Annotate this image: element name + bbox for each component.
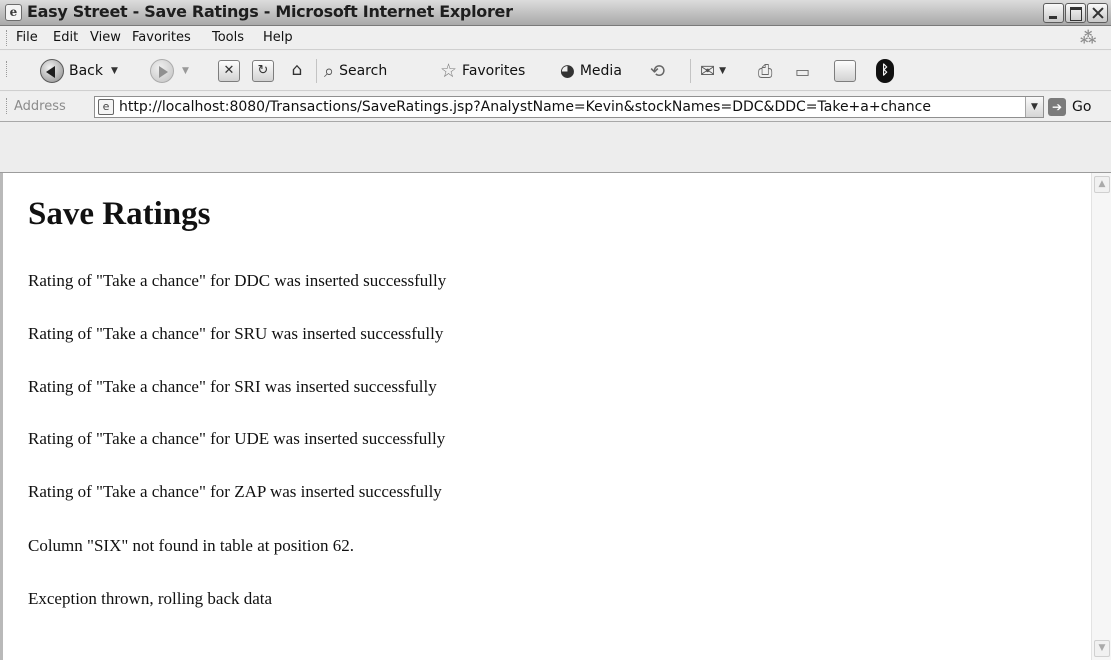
address-url[interactable]: http://localhost:8080/Transactions/SaveR… (119, 99, 931, 115)
media-icon: ◕ (560, 61, 575, 81)
page-viewport[interactable] (0, 172, 1111, 660)
status-message: Rating of "Take a chance" for ZAP was in… (28, 482, 442, 501)
go-button[interactable]: ➔ Go (1048, 97, 1091, 117)
home-icon: ⌂ (291, 60, 303, 80)
menu-bar: File Edit View Favorites Tools Help ⁂ (0, 26, 1111, 50)
media-button[interactable]: ◕ Media (560, 57, 622, 85)
window-title: Easy Street - Save Ratings - Microsoft I… (27, 2, 513, 21)
favorites-button[interactable]: ☆ Favorites (440, 57, 525, 85)
page-title: Save Ratings (28, 196, 211, 232)
address-dropdown-icon[interactable]: ▼ (1025, 97, 1043, 117)
error-message: Column "SIX" not found in table at posit… (28, 536, 355, 555)
ie-icon: e (5, 4, 22, 21)
browser-window: e Easy Street - Save Ratings - Microsoft… (0, 0, 1111, 660)
menu-help[interactable]: Help (263, 30, 293, 45)
maximize-button[interactable] (1065, 3, 1086, 23)
back-dropdown-icon[interactable]: ▼ (111, 66, 118, 76)
refresh-icon: ↻ (252, 60, 274, 82)
forward-arrow-icon (150, 59, 174, 83)
close-button[interactable] (1087, 3, 1108, 23)
status-message: Rating of "Take a chance" for UDE was in… (28, 429, 446, 448)
refresh-button[interactable]: ↻ (252, 57, 274, 85)
status-message: Rating of "Take a chance" for DDC was in… (28, 271, 447, 290)
go-label: Go (1072, 99, 1092, 115)
search-label: Search (339, 63, 388, 79)
address-label: Address (14, 99, 66, 114)
address-grip (6, 98, 8, 114)
menu-file[interactable]: File (16, 30, 38, 45)
search-icon: ⌕ (324, 60, 335, 82)
address-input[interactable]: e http://localhost:8080/Transactions/Sav… (94, 96, 1044, 118)
home-button[interactable]: ⌂ (286, 57, 308, 85)
status-message: Rating of "Take a chance" for SRI was in… (28, 377, 437, 396)
viewport-left-border (0, 173, 3, 660)
search-button[interactable]: ⌕ Search (324, 57, 387, 85)
menu-tools[interactable]: Tools (212, 30, 244, 45)
favorites-label: Favorites (462, 63, 526, 79)
history-button[interactable]: ⟲ (650, 57, 665, 85)
bluetooth-button[interactable]: ᛒ (876, 57, 894, 85)
mail-dropdown-icon[interactable]: ▼ (719, 66, 726, 76)
mail-button[interactable]: ✉ ▼ (700, 57, 726, 85)
back-label: Back (69, 63, 103, 79)
history-icon: ⟲ (650, 60, 666, 82)
error-message: Exception thrown, rolling back data (28, 589, 273, 608)
page-icon: e (98, 99, 114, 115)
bluetooth-icon: ᛒ (876, 59, 894, 83)
title-bar: e Easy Street - Save Ratings - Microsoft… (0, 0, 1111, 26)
edit-icon: ▭ (795, 61, 811, 81)
media-label: Media (579, 63, 622, 79)
toolbar-grip (6, 61, 8, 77)
go-arrow-icon: ➔ (1048, 98, 1066, 116)
discuss-icon (834, 60, 856, 82)
toolbar-separator (316, 59, 317, 83)
address-bar: Address e http://localhost:8080/Transact… (0, 92, 1111, 122)
printer-icon: ⎙ (758, 60, 773, 82)
menu-grip (6, 30, 8, 46)
menu-edit[interactable]: Edit (53, 30, 78, 45)
menu-view[interactable]: View (90, 30, 121, 45)
back-arrow-icon (40, 59, 64, 83)
scroll-up-icon[interactable]: ▲ (1094, 176, 1110, 193)
vertical-scrollbar[interactable]: ▲ ▼ (1091, 173, 1111, 660)
stop-icon: ✕ (218, 60, 240, 82)
toolbar-separator (690, 59, 691, 83)
scroll-down-icon[interactable]: ▼ (1094, 640, 1110, 657)
mail-icon: ✉ (700, 60, 716, 82)
back-button[interactable]: Back ▼ (40, 57, 118, 85)
print-button[interactable]: ⎙ (758, 57, 772, 85)
forward-dropdown-icon[interactable]: ▼ (182, 66, 189, 76)
toolbar: Back ▼ ▼ ✕ ↻ ⌂ ⌕ Search ☆ Favorites ◕ Me… (0, 51, 1111, 91)
menu-favorites[interactable]: Favorites (132, 30, 191, 45)
stop-button[interactable]: ✕ (218, 57, 240, 85)
edit-button[interactable]: ▭ (795, 57, 810, 85)
discuss-button[interactable] (834, 57, 856, 85)
minimize-button[interactable] (1043, 3, 1064, 23)
forward-button[interactable]: ▼ (150, 57, 189, 85)
star-icon: ☆ (440, 60, 458, 82)
status-message: Rating of "Take a chance" for SRU was in… (28, 324, 444, 343)
windows-logo-icon: ⁂ (1080, 28, 1097, 47)
